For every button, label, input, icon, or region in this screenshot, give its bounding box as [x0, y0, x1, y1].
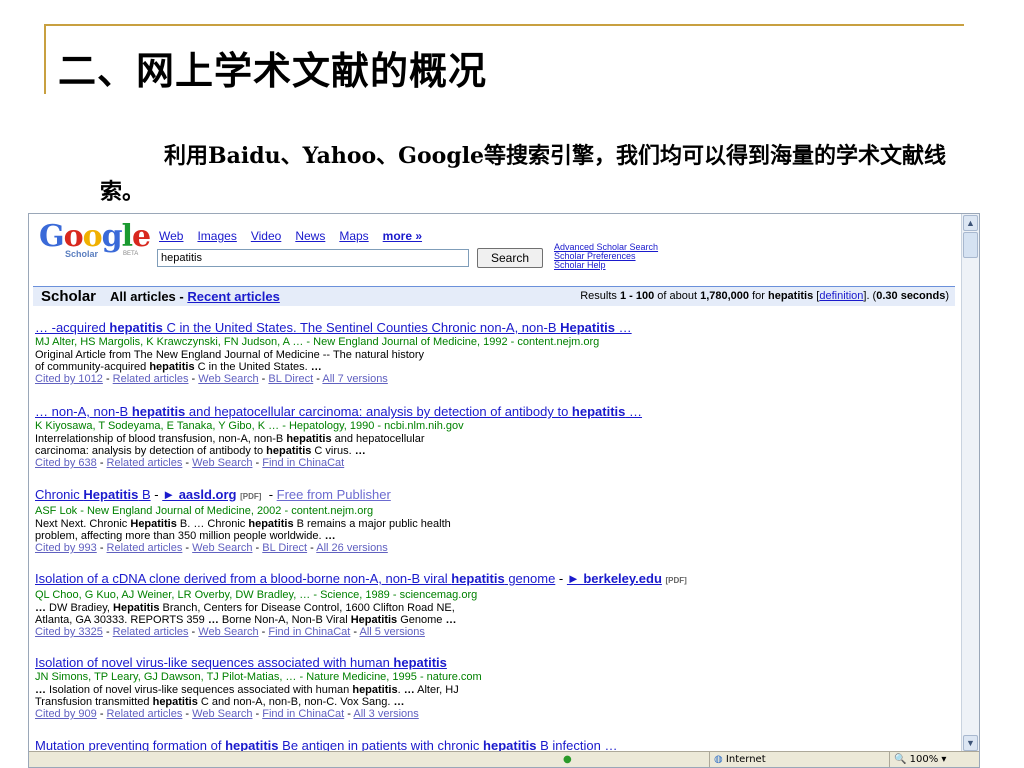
result-title[interactable]: … -acquired hepatitis C in the United St…: [35, 320, 955, 336]
result-link[interactable]: Web Search: [198, 626, 258, 638]
search-button[interactable]: Search: [477, 248, 543, 268]
result-link[interactable]: Related articles: [107, 708, 183, 720]
result-link[interactable]: BL Direct: [262, 542, 307, 554]
status-ok-icon: ●: [563, 754, 572, 765]
result-links: Cited by 638 - Related articles - Web Se…: [35, 457, 345, 469]
result-links: Cited by 993 - Related articles - Web Se…: [35, 542, 388, 554]
vertical-scrollbar[interactable]: ▲ ▼: [961, 214, 979, 752]
nav-link-more[interactable]: more »: [383, 229, 422, 243]
status-progress-segment: ●: [559, 752, 709, 767]
status-zoom-segment[interactable]: 🔍 100% ▾: [889, 752, 979, 767]
result-item: … non-A, non-B hepatitis and hepatocellu…: [35, 404, 955, 470]
scroll-thumb[interactable]: [963, 232, 978, 258]
definition-link[interactable]: definition: [819, 290, 863, 302]
scholar-results-bar: Scholar All articles - Recent articles R…: [33, 286, 955, 306]
result-link[interactable]: Related articles: [113, 373, 189, 385]
result-link[interactable]: All 5 versions: [360, 626, 425, 638]
zoom-icon: 🔍: [894, 754, 907, 765]
result-link[interactable]: Cited by 3325: [35, 626, 103, 638]
result-snippet: of community-acquired hepatitis C in the…: [35, 361, 322, 373]
result-link[interactable]: Web Search: [198, 373, 258, 385]
result-snippet: … DW Bradiey, Hepatitis Branch, Centers …: [35, 602, 455, 614]
status-zone-segment: ◍ Internet: [709, 752, 879, 767]
result-title[interactable]: Isolation of novel virus-like sequences …: [35, 655, 955, 671]
status-zoom-text: 100%: [909, 754, 939, 765]
scholar-help-link[interactable]: Scholar Help: [554, 261, 658, 270]
result-snippet: Original Article from The New England Jo…: [35, 349, 425, 361]
result-link[interactable]: Related articles: [107, 542, 183, 554]
google-scholar-logo[interactable]: Google Scholar BETA: [39, 222, 151, 262]
result-link[interactable]: Cited by 638: [35, 457, 97, 469]
logo-scholar-text: Scholar: [65, 249, 99, 259]
result-snippet: Interrelationship of blood transfusion, …: [35, 433, 425, 445]
result-link[interactable]: Web Search: [192, 457, 252, 469]
advanced-links: Advanced Scholar Search Scholar Preferenc…: [554, 243, 658, 270]
globe-icon: ◍: [714, 754, 723, 765]
result-snippet: Atlanta, GA 30333. REPORTS 359 … Borne N…: [35, 614, 457, 626]
status-zone-text: Internet: [725, 754, 766, 765]
recent-articles-link[interactable]: Recent articles: [187, 289, 280, 304]
search-input[interactable]: [157, 249, 469, 267]
result-item: Mutation preventing formation of hepatit…: [35, 738, 955, 752]
result-snippet: Transfusion transmitted hepatitis C and …: [35, 696, 405, 708]
nav-link-images[interactable]: Images: [197, 229, 236, 243]
result-link[interactable]: Web Search: [192, 542, 252, 554]
result-authors: ASF Lok - New England Journal of Medicin…: [35, 505, 374, 517]
result-item: … -acquired hepatitis C in the United St…: [35, 320, 955, 386]
result-title[interactable]: Chronic Hepatitis B - ► aasld.org [PDF] …: [35, 487, 955, 505]
result-link[interactable]: Cited by 909: [35, 708, 97, 720]
nav-link-video[interactable]: Video: [251, 229, 281, 243]
result-authors: QL Choo, G Kuo, AJ Weiner, LR Overby, DW…: [35, 589, 478, 601]
result-link[interactable]: Related articles: [113, 626, 189, 638]
result-links: Cited by 1012 - Related articles - Web S…: [35, 373, 388, 385]
result-link[interactable]: Related articles: [107, 457, 183, 469]
result-snippet: … Isolation of novel virus-like sequence…: [35, 684, 459, 696]
top-nav: Web Images Video News Maps more »: [159, 229, 436, 243]
result-authors: K Kiyosawa, T Sodeyama, E Tanaka, Y Gibo…: [35, 420, 464, 432]
result-snippet: problem, affecting more than 350 million…: [35, 530, 336, 542]
slide-side-rule: [44, 24, 46, 94]
result-item: Isolation of a cDNA clone derived from a…: [35, 571, 955, 639]
result-title[interactable]: Isolation of a cDNA clone derived from a…: [35, 571, 955, 589]
result-item: Chronic Hepatitis B - ► aasld.org [PDF] …: [35, 487, 955, 555]
result-link[interactable]: Find in ChinaCat: [262, 708, 344, 720]
result-snippet: Next Next. Chronic Hepatitis B. … Chroni…: [35, 518, 451, 530]
result-authors: MJ Alter, HS Margolis, K Krawczynski, FN…: [35, 336, 600, 348]
status-bar: ● ◍ Internet 🔍 100% ▾: [29, 751, 979, 767]
slide-paragraph: 利用Baidu、Yahoo、Google等搜索引擎，我们均可以得到海量的学术文献…: [100, 143, 947, 205]
result-link[interactable]: Web Search: [192, 708, 252, 720]
result-link[interactable]: All 7 versions: [322, 373, 387, 385]
nav-link-web[interactable]: Web: [159, 229, 183, 243]
result-item: Isolation of novel virus-like sequences …: [35, 655, 955, 721]
scholar-brand: Scholar: [41, 288, 97, 305]
nav-link-news[interactable]: News: [295, 229, 325, 243]
nav-link-maps[interactable]: Maps: [339, 229, 368, 243]
result-snippet: carcinoma: analysis by detection of anti…: [35, 445, 366, 457]
logo-beta-text: BETA: [123, 251, 139, 257]
result-title[interactable]: … non-A, non-B hepatitis and hepatocellu…: [35, 404, 955, 420]
slide-top-rule: [44, 24, 964, 26]
scholar-page: Google Scholar BETA Web Images Video News Ma…: [29, 214, 962, 752]
result-title[interactable]: Mutation preventing formation of hepatit…: [35, 738, 955, 752]
slide-title: 二、网上学术文献的概况: [58, 48, 488, 93]
result-link[interactable]: All 3 versions: [353, 708, 418, 720]
result-link[interactable]: BL Direct: [268, 373, 313, 385]
scroll-up-arrow-icon[interactable]: ▲: [963, 215, 978, 231]
result-links: Cited by 909 - Related articles - Web Se…: [35, 708, 419, 720]
result-link[interactable]: All 26 versions: [316, 542, 388, 554]
result-link[interactable]: Cited by 1012: [35, 373, 103, 385]
result-links: Cited by 3325 - Related articles - Web S…: [35, 626, 425, 638]
scroll-down-arrow-icon[interactable]: ▼: [963, 735, 978, 751]
result-link[interactable]: Find in ChinaCat: [268, 626, 350, 638]
browser-screenshot: Google Scholar BETA Web Images Video News Ma…: [28, 213, 980, 768]
results-stats: Results 1 - 100 of about 1,780,000 for h…: [580, 290, 949, 302]
result-link[interactable]: Find in ChinaCat: [262, 457, 344, 469]
result-link[interactable]: Cited by 993: [35, 542, 97, 554]
result-authors: JN Simons, TP Leary, GJ Dawson, TJ Pilot…: [35, 671, 482, 683]
all-articles-label: All articles - Recent articles: [110, 289, 280, 304]
